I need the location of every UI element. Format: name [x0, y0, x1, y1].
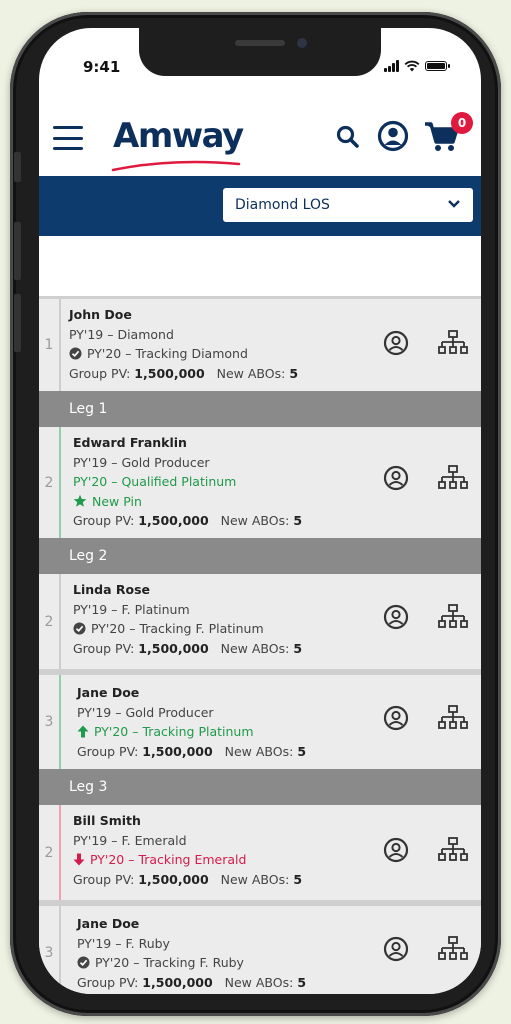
- profile-icon[interactable]: [383, 465, 409, 491]
- logo-swoosh: [111, 160, 241, 172]
- app-header: Amway 0: [39, 112, 481, 176]
- account-icon[interactable]: [377, 120, 409, 152]
- check-circle-icon: [73, 622, 86, 635]
- group-pv-value: 1,500,000: [138, 513, 209, 528]
- new-pin-label: New Pin: [92, 493, 142, 509]
- group-pv-value: 1,500,000: [142, 743, 213, 759]
- org-tree-icon[interactable]: [437, 836, 469, 864]
- camera: [297, 38, 307, 48]
- org-tree-icon[interactable]: [437, 704, 469, 732]
- list-item[interactable]: 2 Linda Rose PY'19 – F. Platinum PY'20 –…: [39, 574, 481, 669]
- list-item[interactable]: 2 Bill Smith PY'19 – F. Emerald PY'20 – …: [39, 805, 481, 900]
- new-abos-label: New ABOs:: [220, 513, 290, 528]
- volume-down-button: [14, 294, 21, 352]
- org-tree-icon[interactable]: [437, 464, 469, 492]
- group-pv-label: Group PV:: [73, 640, 135, 656]
- battery-icon: [425, 61, 450, 71]
- chevron-down-icon: [448, 200, 460, 208]
- check-circle-icon: [69, 347, 82, 360]
- wifi-icon: [404, 60, 420, 72]
- group-pv-value: 1,500,000: [138, 871, 209, 887]
- cart-badge: 0: [451, 112, 473, 134]
- group-pv-value: 1,500,000: [138, 640, 209, 656]
- rank-number: 3: [39, 675, 61, 769]
- new-abos-value: 5: [293, 871, 303, 887]
- list-item[interactable]: 1 John Doe PY'19 – Diamond PY'20 – Track…: [39, 296, 481, 391]
- profile-icon[interactable]: [383, 837, 409, 863]
- status-icons: [384, 60, 450, 72]
- py20-status: PY'20 – Tracking Emerald: [90, 852, 247, 867]
- los-dropdown-value: Diamond LOS: [235, 197, 330, 213]
- new-abos-value: 5: [293, 513, 303, 528]
- new-abos-label: New ABOs:: [220, 640, 290, 656]
- leg-header: Leg 3: [39, 769, 481, 805]
- rank-number: 2: [39, 805, 61, 900]
- check-circle-icon: [77, 956, 90, 969]
- leg-header: Leg 1: [39, 391, 481, 427]
- profile-icon[interactable]: [383, 705, 409, 731]
- org-tree-icon[interactable]: [437, 935, 469, 963]
- rank-number: 3: [39, 906, 61, 994]
- org-tree-icon[interactable]: [437, 603, 469, 631]
- volume-up-button: [14, 222, 21, 280]
- screen: 9:41 Amway 0 Diamond LOS 1 John Doe PY'1…: [39, 28, 481, 994]
- list-item[interactable]: 3 Jane Doe PY'19 – Gold Producer PY'20 –…: [39, 669, 481, 769]
- search-icon[interactable]: [335, 124, 361, 150]
- new-abos-label: New ABOs:: [224, 974, 294, 990]
- new-abos-value: 5: [289, 365, 299, 381]
- new-abos-value: 5: [297, 974, 307, 990]
- mute-switch: [14, 152, 21, 182]
- profile-icon[interactable]: [383, 936, 409, 962]
- amway-logo: Amway: [113, 116, 244, 156]
- speaker: [235, 40, 285, 46]
- list-item[interactable]: 3 Jane Doe PY'19 – F. Ruby PY'20 – Track…: [39, 900, 481, 994]
- new-abos-label: New ABOs:: [224, 743, 294, 759]
- group-pv-value: 1,500,000: [142, 974, 213, 990]
- new-abos-value: 5: [297, 743, 307, 759]
- selector-band: Diamond LOS: [39, 176, 481, 236]
- group-pv-value: 1,500,000: [134, 365, 205, 381]
- py20-status: PY'20 – Tracking Platinum: [94, 724, 254, 739]
- new-abos-label: New ABOs:: [220, 871, 290, 887]
- profile-icon[interactable]: [383, 330, 409, 356]
- arrow-up-icon: [77, 725, 89, 738]
- rank-number: 1: [39, 299, 61, 391]
- arrow-down-icon: [73, 853, 85, 866]
- rank-number: 2: [39, 574, 61, 669]
- list-item[interactable]: 2 Edward Franklin PY'19 – Gold Producer …: [39, 427, 481, 538]
- new-abos-value: 5: [293, 640, 303, 656]
- leg-header: Leg 2: [39, 538, 481, 574]
- group-pv-label: Group PV:: [73, 513, 135, 528]
- signal-icon: [384, 60, 399, 72]
- notch: [139, 28, 381, 76]
- los-list: 1 John Doe PY'19 – Diamond PY'20 – Track…: [39, 296, 481, 994]
- profile-icon[interactable]: [383, 604, 409, 630]
- rank-number: 2: [39, 427, 61, 538]
- group-pv-label: Group PV:: [77, 743, 139, 759]
- org-tree-icon[interactable]: [437, 329, 469, 357]
- py20-status: PY'20 – Tracking Diamond: [87, 346, 248, 361]
- spacer: [39, 236, 481, 296]
- group-pv-label: Group PV:: [77, 974, 139, 990]
- menu-icon[interactable]: [53, 126, 83, 150]
- new-abos-label: New ABOs:: [216, 365, 286, 381]
- los-dropdown[interactable]: Diamond LOS: [223, 188, 473, 222]
- py20-status: PY'20 – Tracking F. Platinum: [91, 621, 264, 636]
- status-time: 9:41: [83, 58, 121, 76]
- group-pv-label: Group PV:: [73, 871, 135, 887]
- py20-status: PY'20 – Tracking F. Ruby: [95, 955, 244, 970]
- group-pv-label: Group PV:: [69, 365, 131, 381]
- star-icon: [73, 494, 87, 507]
